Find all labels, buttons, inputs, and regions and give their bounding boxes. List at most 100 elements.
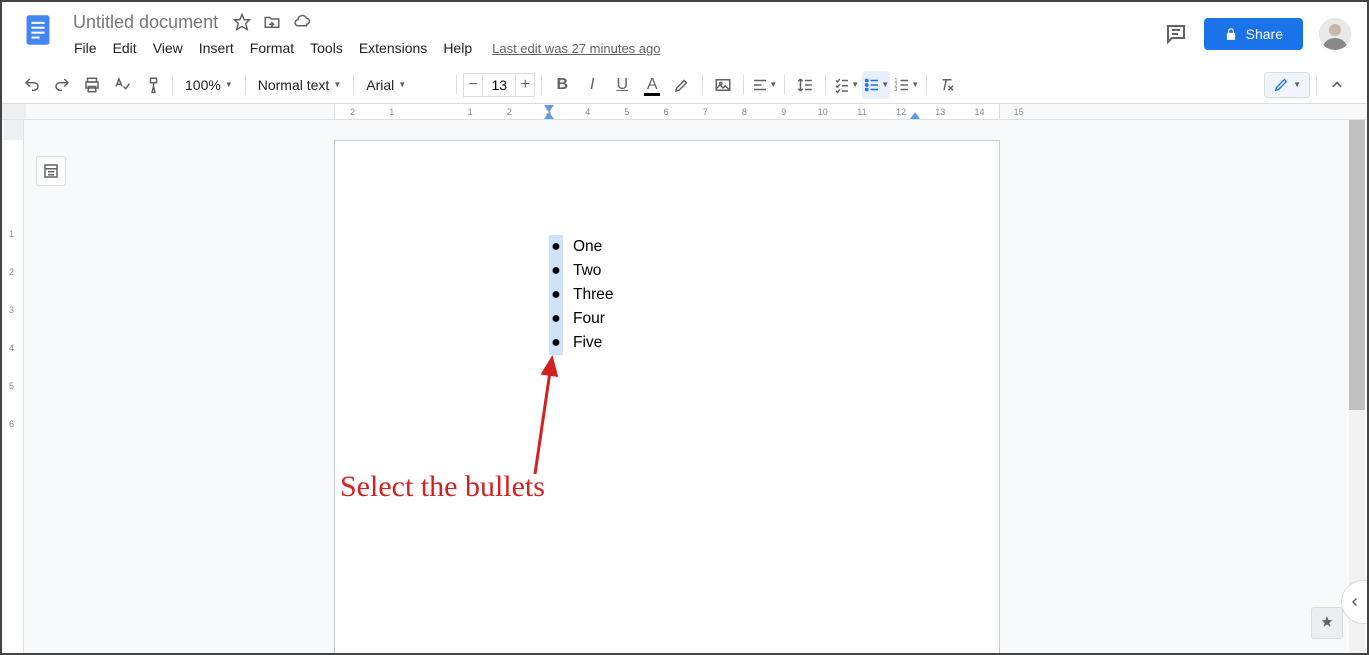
caret-icon: ▼ — [911, 80, 919, 89]
clear-formatting-button[interactable] — [933, 71, 961, 99]
list-item-text[interactable]: Two — [573, 259, 601, 282]
styles-dropdown[interactable]: Normal text▼ — [252, 73, 348, 97]
font-size-group: − + — [463, 73, 535, 97]
separator — [825, 75, 826, 95]
bullet-list[interactable]: ● One ● Two ● Three ● Four ● Five — [431, 235, 903, 355]
ruler-tick: 1 — [468, 107, 473, 117]
separator — [245, 75, 246, 95]
ruler-tick: 10 — [818, 107, 828, 117]
numbered-list-button[interactable]: 123▼ — [892, 71, 920, 99]
vertical-scrollbar[interactable] — [1349, 120, 1365, 653]
menu-format[interactable]: Format — [242, 36, 302, 60]
list-item-text[interactable]: Four — [573, 307, 605, 330]
separator — [172, 75, 173, 95]
last-edit-link[interactable]: Last edit was 27 minutes ago — [492, 41, 660, 56]
separator — [743, 75, 744, 95]
menu-tools[interactable]: Tools — [302, 36, 351, 60]
caret-icon: ▼ — [398, 80, 406, 89]
align-button[interactable]: ▼ — [750, 71, 778, 99]
menu-insert[interactable]: Insert — [191, 36, 242, 60]
menu-help[interactable]: Help — [435, 36, 480, 60]
font-size-input[interactable] — [483, 73, 515, 97]
redo-button[interactable] — [48, 71, 76, 99]
underline-button[interactable]: U — [608, 71, 636, 99]
bullet-marker[interactable]: ● — [549, 235, 563, 259]
caret-icon: ▼ — [1293, 80, 1301, 89]
separator — [541, 75, 542, 95]
font-dropdown[interactable]: Arial ▼ — [360, 73, 450, 97]
comments-icon[interactable] — [1164, 22, 1188, 46]
ruler-tick: 6 — [664, 107, 669, 117]
side-panel-expand[interactable] — [1341, 580, 1367, 624]
move-icon[interactable] — [263, 13, 281, 31]
font-size-increase[interactable]: + — [515, 73, 535, 97]
checklist-button[interactable]: ▼ — [832, 71, 860, 99]
horizontal-ruler-area: 21123456789101112131415 — [2, 104, 1367, 120]
list-item[interactable]: ● Five — [549, 331, 903, 355]
scrollbar-thumb[interactable] — [1349, 120, 1365, 410]
menu-edit[interactable]: Edit — [105, 36, 145, 60]
text-color-button[interactable]: A — [638, 71, 666, 99]
bullet-marker[interactable]: ● — [549, 283, 563, 307]
ruler-tick: 4 — [9, 343, 14, 353]
share-button[interactable]: Share — [1204, 18, 1303, 50]
font-size-decrease[interactable]: − — [463, 73, 483, 97]
user-avatar[interactable] — [1319, 18, 1351, 50]
list-item[interactable]: ● One — [549, 235, 903, 259]
lock-icon — [1224, 27, 1238, 41]
document-page[interactable]: ● One ● Two ● Three ● Four ● Five — [334, 140, 1000, 653]
ruler-tick: 8 — [742, 107, 747, 117]
star-icon[interactable] — [233, 13, 251, 31]
cloud-status-icon[interactable] — [293, 13, 311, 31]
bold-button[interactable]: B — [548, 71, 576, 99]
collapse-toolbar-button[interactable] — [1323, 71, 1351, 99]
menu-extensions[interactable]: Extensions — [351, 36, 435, 60]
ruler-tick: 13 — [935, 107, 945, 117]
toolbar: 100%▼ Normal text▼ Arial▼ − + B I U A ▼ … — [2, 66, 1367, 104]
bullet-marker[interactable]: ● — [549, 307, 563, 331]
bullet-marker[interactable]: ● — [549, 331, 563, 355]
docs-logo[interactable] — [18, 10, 58, 50]
explore-button[interactable] — [1311, 607, 1343, 639]
list-item-text[interactable]: Five — [573, 331, 602, 354]
bullet-marker[interactable]: ● — [549, 259, 563, 283]
insert-image-button[interactable] — [709, 71, 737, 99]
ruler-tick: 6 — [9, 419, 14, 429]
list-item[interactable]: ● Two — [549, 259, 903, 283]
page-content[interactable]: ● One ● Two ● Three ● Four ● Five — [335, 141, 999, 355]
zoom-value: 100% — [185, 77, 221, 93]
menu-file[interactable]: File — [66, 36, 105, 60]
ruler-tick: 12 — [896, 107, 906, 117]
document-title[interactable]: Untitled document — [66, 9, 225, 36]
ruler-tick: 1 — [9, 229, 14, 239]
line-spacing-button[interactable] — [791, 71, 819, 99]
paint-format-button[interactable] — [138, 71, 166, 99]
horizontal-ruler[interactable]: 21123456789101112131415 — [334, 104, 1000, 120]
menu-view[interactable]: View — [145, 36, 191, 60]
header-right: Share — [1164, 10, 1351, 50]
show-outline-button[interactable] — [36, 156, 66, 186]
caret-icon: ▼ — [225, 80, 233, 89]
print-button[interactable] — [78, 71, 106, 99]
vertical-ruler[interactable]: 123456 — [4, 120, 24, 653]
separator — [926, 75, 927, 95]
italic-button[interactable]: I — [578, 71, 606, 99]
header-center: Untitled document File Edit View Insert … — [58, 10, 1164, 62]
editing-mode-dropdown[interactable]: ▼ — [1264, 72, 1310, 98]
highlight-button[interactable] — [668, 71, 696, 99]
separator — [456, 75, 457, 95]
list-item-text[interactable]: Three — [573, 283, 614, 306]
right-indent-marker[interactable] — [910, 112, 920, 119]
bulleted-list-button[interactable]: ▼ — [862, 71, 890, 99]
zoom-dropdown[interactable]: 100% ▼ — [179, 73, 239, 97]
list-item[interactable]: ● Four — [549, 307, 903, 331]
list-item-text[interactable]: One — [573, 235, 602, 258]
ruler-tick: 2 — [350, 107, 355, 117]
list-item[interactable]: ● Three — [549, 283, 903, 307]
caret-icon: ▼ — [881, 80, 889, 89]
font-value: Arial — [366, 77, 394, 93]
spellcheck-button[interactable] — [108, 71, 136, 99]
undo-button[interactable] — [18, 71, 46, 99]
ruler-tick: 9 — [781, 107, 786, 117]
document-canvas: 123456 ●One●Two●Three●Four●Five Select t… — [2, 120, 1367, 653]
